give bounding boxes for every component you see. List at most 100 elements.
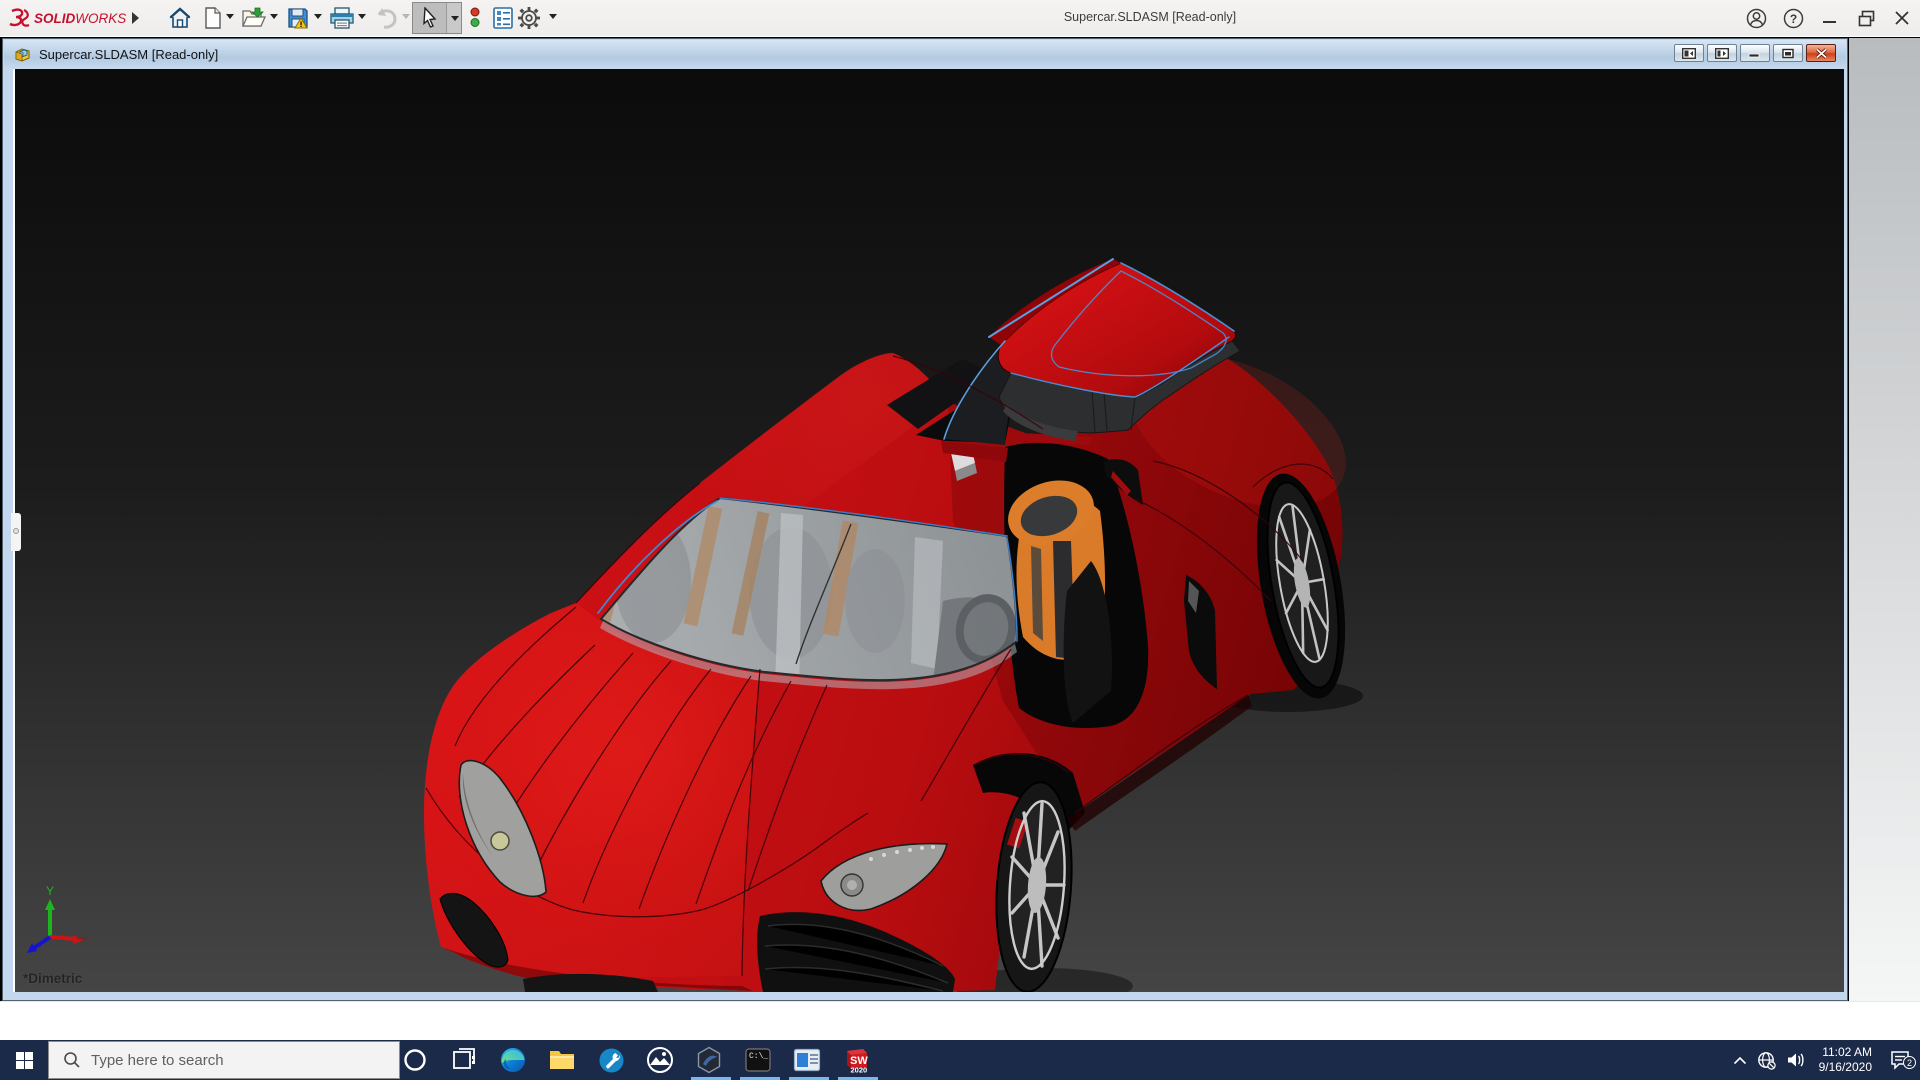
document-title: Supercar.SLDASM [Read-only]	[39, 47, 218, 62]
collapse-left-pane-icon	[1682, 48, 1696, 59]
select-cursor-icon	[420, 7, 440, 29]
chevron-up-icon	[1733, 1056, 1747, 1065]
save-icon	[286, 6, 310, 30]
clock-time: 11:02 AM	[1819, 1045, 1872, 1060]
wrench-circle-icon	[598, 1047, 625, 1074]
taskbar: C:\_ SW 2020	[0, 1040, 1920, 1080]
restore-button[interactable]	[1851, 8, 1881, 28]
save-button[interactable]	[281, 3, 315, 33]
taskbar-remote-app[interactable]	[783, 1040, 831, 1080]
taskbar-cortana[interactable]	[391, 1040, 439, 1080]
brand-bold: SOLID	[34, 11, 75, 26]
triad-y-label: Y	[46, 884, 54, 898]
print-button[interactable]	[325, 3, 359, 33]
taskbar-photos[interactable]	[636, 1040, 684, 1080]
document-close-icon	[1815, 48, 1828, 59]
options-button[interactable]	[512, 3, 546, 33]
taskbar-edrawings[interactable]	[685, 1040, 733, 1080]
svg-text:?: ?	[1789, 12, 1796, 26]
expand-toolbar-arrow-icon[interactable]	[132, 12, 139, 24]
document-minimize-button[interactable]	[1740, 44, 1770, 62]
app-title: Supercar.SLDASM [Read-only]	[1030, 10, 1270, 24]
document-titlebar[interactable]: Supercar.SLDASM [Read-only]	[4, 40, 1846, 69]
task-view-icon	[451, 1047, 477, 1073]
tray-network-button[interactable]	[1752, 1051, 1781, 1070]
feature-tree-collapse-tab[interactable]	[11, 513, 21, 551]
clock-date: 9/16/2020	[1819, 1060, 1872, 1075]
tray-clock[interactable]: 11:02 AM 9/16/2020	[1819, 1045, 1872, 1075]
windows-logo-icon	[16, 1052, 33, 1069]
document-close-button[interactable]	[1806, 44, 1836, 62]
app-titlebar: SOLIDWORKS	[0, 0, 1920, 37]
taskbar-file-explorer[interactable]	[538, 1040, 586, 1080]
document-window: Supercar.SLDASM [Read-only]	[2, 38, 1848, 1001]
open-button[interactable]	[237, 3, 271, 33]
mdi-background	[1849, 38, 1920, 1001]
taskbar-solidworks[interactable]: SW 2020	[832, 1040, 880, 1080]
system-tray: 11:02 AM 9/16/2020 2	[1728, 1040, 1920, 1080]
collapse-right-pane-icon	[1715, 48, 1729, 59]
collapse-right-pane-button[interactable]	[1707, 44, 1737, 62]
car-model: Y	[15, 69, 1844, 992]
save-dropdown-arrow[interactable]	[314, 14, 322, 19]
taskbar-search[interactable]	[48, 1041, 400, 1079]
cortana-icon	[402, 1047, 428, 1073]
edge-icon	[499, 1046, 527, 1074]
ds-logo-icon	[8, 7, 30, 29]
login-button[interactable]	[1741, 8, 1771, 28]
solidworks-2020-icon: SW 2020	[841, 1045, 871, 1075]
print-icon	[329, 6, 355, 30]
open-icon	[241, 6, 267, 30]
taskbar-task-view[interactable]	[440, 1040, 488, 1080]
speaker-icon	[1786, 1051, 1806, 1069]
close-button[interactable]	[1887, 8, 1917, 28]
traffic-light-icon	[467, 5, 483, 31]
open-dropdown-arrow[interactable]	[270, 14, 278, 19]
document-restore-icon	[1781, 48, 1795, 59]
collapse-left-pane-button[interactable]	[1674, 44, 1704, 62]
globe-no-internet-icon	[1757, 1051, 1776, 1070]
new-document-dropdown-arrow[interactable]	[226, 14, 234, 19]
window-app-icon	[793, 1048, 821, 1072]
help-button[interactable]: ?	[1778, 8, 1808, 28]
taskbar-command-prompt[interactable]: C:\_	[734, 1040, 782, 1080]
close-icon	[1893, 9, 1911, 27]
tab-dot-icon	[13, 528, 19, 534]
command-prompt-icon: C:\_	[744, 1046, 772, 1074]
minimize-button[interactable]	[1815, 8, 1845, 28]
new-document-icon	[202, 6, 224, 30]
assembly-icon	[14, 46, 31, 63]
search-icon	[63, 1051, 81, 1069]
minimize-icon	[1821, 9, 1839, 27]
photos-icon	[646, 1046, 674, 1074]
select-tool-button[interactable]	[412, 2, 462, 34]
taskbar-settings-tool[interactable]	[587, 1040, 635, 1080]
graphics-viewport[interactable]: Y *Dimetric	[13, 69, 1844, 992]
solidworks-logo: SOLIDWORKS	[8, 6, 126, 30]
tray-notifications-button[interactable]: 2	[1880, 1049, 1920, 1071]
undo-button[interactable]	[369, 3, 403, 33]
print-dropdown-arrow[interactable]	[358, 14, 366, 19]
document-minimize-icon	[1748, 48, 1762, 59]
tray-volume-button[interactable]	[1781, 1051, 1811, 1069]
help-icon: ?	[1783, 8, 1804, 29]
undo-dropdown-arrow[interactable]	[402, 14, 410, 19]
undo-icon	[373, 6, 399, 30]
tray-expand-button[interactable]	[1728, 1056, 1752, 1065]
search-input[interactable]	[91, 1052, 341, 1069]
svg-text:2020: 2020	[851, 1066, 868, 1075]
taskbar-edge[interactable]	[489, 1040, 537, 1080]
restore-icon	[1857, 9, 1876, 28]
home-icon	[168, 6, 192, 30]
document-restore-button[interactable]	[1773, 44, 1803, 62]
options-dropdown-arrow[interactable]	[549, 14, 557, 19]
new-document-button[interactable]	[196, 3, 230, 33]
user-icon	[1746, 8, 1767, 29]
start-button[interactable]	[0, 1040, 48, 1080]
home-button[interactable]	[163, 3, 197, 33]
view-orientation-label: *Dimetric	[23, 971, 82, 986]
file-explorer-icon	[548, 1048, 576, 1072]
gear-icon	[516, 5, 542, 31]
notification-badge: 2	[1903, 1056, 1916, 1069]
hexagon-app-icon	[695, 1046, 723, 1074]
